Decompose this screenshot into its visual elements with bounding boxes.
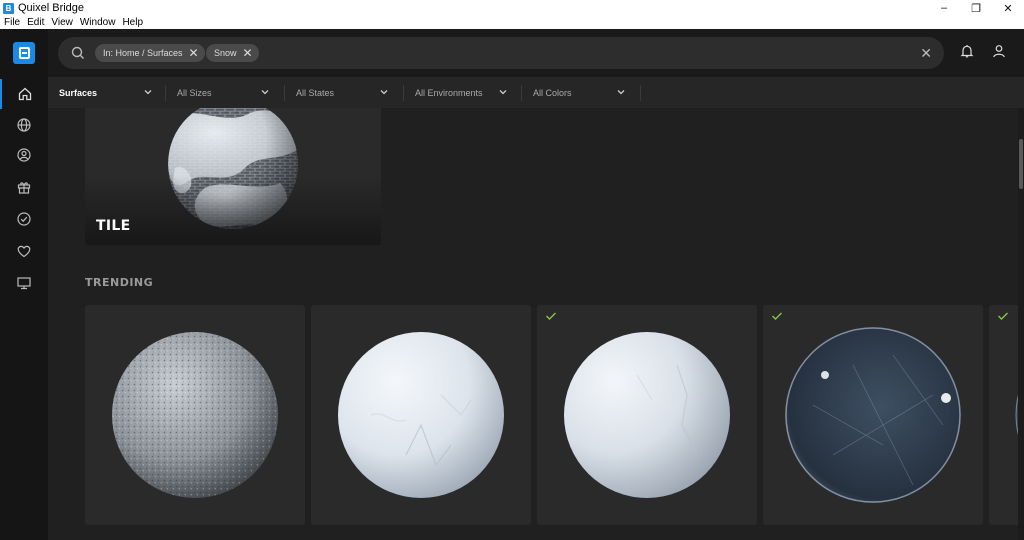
globe-icon [17,118,31,132]
chevron-down-icon [261,90,269,95]
bridge-logo-icon[interactable] [13,42,35,64]
chip-label: In: Home / Surfaces [103,48,183,58]
chevron-down-icon [499,90,507,95]
filter-divider [284,85,285,101]
asset-card[interactable] [85,305,305,525]
app-icon: B [3,2,14,14]
restore-button[interactable]: ❐ [960,0,992,16]
sidebar-item-free[interactable] [0,172,48,202]
search-bar[interactable]: In: Home / Surfaces ✕ Snow ✕ ✕ [58,37,944,69]
filter-category-dropdown[interactable]: Surfaces [59,77,164,108]
filter-divider [640,85,641,101]
sidebar-item-local[interactable] [0,268,48,298]
asset-card[interactable] [311,305,531,525]
filter-size-dropdown[interactable]: All Sizes [177,77,282,108]
asset-grid: TILE TRENDING [48,108,1024,540]
downloaded-check-icon [998,312,1008,320]
gift-icon [17,182,31,194]
menu-edit[interactable]: Edit [27,17,44,28]
user-circle-icon [17,148,31,162]
window-title: Quixel Bridge [18,2,85,14]
monitor-icon [17,277,31,290]
close-window-button[interactable]: ✕ [992,0,1024,16]
sidebar-item-home[interactable] [0,79,48,109]
top-bar: In: Home / Surfaces ✕ Snow ✕ ✕ [48,29,1024,77]
minimize-button[interactable]: – [928,0,960,16]
filter-label: All Environments [415,87,483,98]
chip-remove-icon[interactable]: ✕ [243,46,253,60]
menu-view[interactable]: View [51,17,73,28]
menu-help[interactable]: Help [122,17,143,28]
sidebar-item-account[interactable] [0,140,48,170]
heart-icon [17,245,31,258]
filter-divider [403,85,404,101]
category-label: TILE [96,218,131,234]
material-sphere-preview [338,332,504,498]
bell-icon[interactable] [959,43,975,59]
chip-label: Snow [214,48,237,58]
downloaded-check-icon [772,312,782,320]
window-controls: – ❐ ✕ [928,0,1024,16]
check-circle-icon [17,212,31,226]
filter-state-dropdown[interactable]: All States [296,77,401,108]
menu-window[interactable]: Window [80,17,116,28]
scroll-thumb[interactable] [1019,139,1023,189]
filter-label: All Sizes [177,87,212,98]
menu-bar: File Edit View Window Help [0,16,1024,29]
filter-label: All States [296,87,335,98]
filter-environment-dropdown[interactable]: All Environments [415,77,520,108]
asset-card[interactable] [763,305,983,525]
filter-chip-keyword[interactable]: Snow ✕ [206,44,259,62]
chevron-down-icon [144,90,152,95]
filter-label: Surfaces [59,87,98,98]
user-icon[interactable] [991,43,1007,59]
sidebar-item-downloaded[interactable] [0,204,48,234]
downloaded-check-icon [546,312,556,320]
search-icon [71,46,84,59]
filter-divider [521,85,522,101]
material-sphere-preview [112,332,278,498]
filter-label: All Colors [533,87,572,98]
filter-divider [165,85,166,101]
category-card-tile[interactable]: TILE [85,108,381,245]
sidebar-item-explore[interactable] [0,110,48,140]
chevron-down-icon [380,90,388,95]
filter-bar: Surfaces All Sizes All States All Enviro… [48,77,1024,108]
filter-chip-location[interactable]: In: Home / Surfaces ✕ [95,44,205,62]
clear-search-icon[interactable]: ✕ [920,45,932,61]
material-sphere-preview [785,327,961,503]
vertical-scrollbar[interactable] [1018,108,1024,540]
chevron-down-icon [617,90,625,95]
home-icon [18,87,32,101]
section-title: TRENDING [85,276,154,289]
filter-color-dropdown[interactable]: All Colors [533,77,638,108]
window-title-bar: B Quixel Bridge – ❐ ✕ [0,0,1024,16]
sidebar-item-favorites[interactable] [0,236,48,266]
sidebar [0,29,48,540]
asset-card[interactable] [537,305,757,525]
material-sphere-preview [564,332,730,498]
chip-remove-icon[interactable]: ✕ [189,46,199,60]
menu-file[interactable]: File [4,17,20,28]
